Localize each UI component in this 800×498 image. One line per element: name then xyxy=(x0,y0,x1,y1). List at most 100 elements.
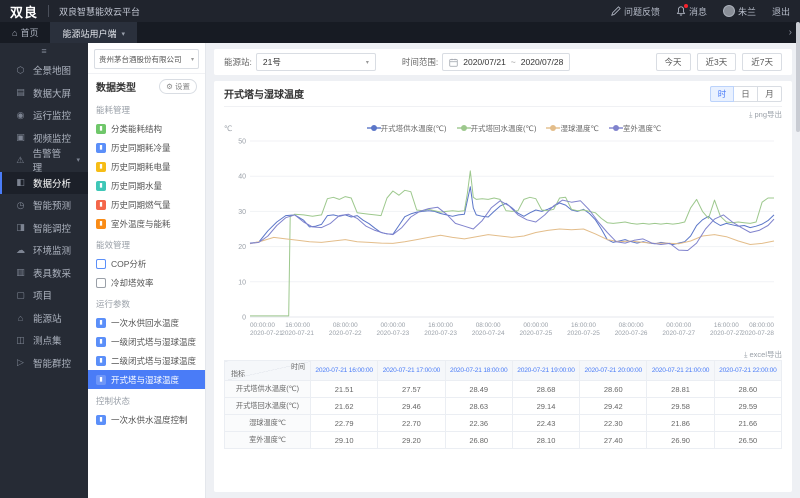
data-type-item[interactable]: ▮ 历史同期燃气量 xyxy=(88,195,205,214)
sidebar-item-dashboard[interactable]: ▤ 数据大屏 xyxy=(0,82,88,105)
excel-export-link[interactable]: ⤓ excel导出 xyxy=(744,349,782,360)
svg-text:40: 40 xyxy=(238,174,246,181)
data-type-icon: ▮ xyxy=(96,414,106,425)
sidebar-item-analysis[interactable]: ◧ 数据分析 xyxy=(0,171,88,194)
table-cell: 28.10 xyxy=(511,431,581,449)
data-type-item[interactable]: ▮ 历史同期耗冷量 xyxy=(88,138,205,157)
header-divider xyxy=(48,5,50,17)
company-select[interactable]: 贵州茅台酒股份有限公司 ▾ xyxy=(94,49,199,69)
data-type-item[interactable]: ▮ 分类能耗结构 xyxy=(88,119,205,138)
app-window: 双良 双良智慧能效云平台 问题反馈 消息 朱兰 退出 ⌂ 首页 能源站用户端 ▾… xyxy=(0,0,800,498)
sidebar-item-label: 智能调控 xyxy=(33,223,72,235)
table-row: 开式塔供水温度(℃) 21.51 27.57 28.49 28.68 28.60 28.81… xyxy=(224,380,783,398)
data-type-icon: ▮ xyxy=(96,199,106,210)
table-cell: 26.50 xyxy=(713,431,783,449)
sidebar-item-predict[interactable]: ◷ 智能预测 xyxy=(0,194,88,217)
granularity-tab-月[interactable]: 月 xyxy=(758,85,782,102)
sidebar-item-monitor[interactable]: ◉ 运行监控 xyxy=(0,104,88,127)
svg-text:2020-07-23: 2020-07-23 xyxy=(424,330,457,337)
table-cell: 21.86 xyxy=(646,414,715,432)
settings-button[interactable]: ⚙ 设置 xyxy=(159,79,197,94)
section-title: 能效管理 xyxy=(96,240,131,250)
sidebar-item-alarm[interactable]: ⚠ 告警管理 ▾ xyxy=(0,149,88,174)
sidebar-item-project[interactable]: ▢ 项目 xyxy=(0,284,88,307)
data-type-item[interactable]: ▮ 一级闭式塔与湿球温度 xyxy=(88,332,205,351)
png-export-link[interactable]: ⤓ png导出 xyxy=(749,109,782,120)
sidebar-item-station[interactable]: ⌂ 能源站 xyxy=(0,307,88,330)
feedback-button[interactable]: 问题反馈 xyxy=(611,5,660,18)
data-type-label: 冷却塔效率 xyxy=(111,277,154,288)
sidebar-item-meter[interactable]: ▥ 表具数采 xyxy=(0,262,88,285)
legend-item[interactable]: 开式塔回水温度(℃) xyxy=(456,123,536,134)
messages-button[interactable]: 消息 xyxy=(676,4,707,18)
sidebar-item-label: 表具数采 xyxy=(33,268,72,280)
table-cell: 27.40 xyxy=(579,431,648,449)
sidebar-item-label: 能源站 xyxy=(33,313,62,325)
svg-text:00:00:00: 00:00:00 xyxy=(666,322,691,329)
data-type-label: 历史同期燃气量 xyxy=(111,199,171,210)
vertical-scrollbar[interactable] xyxy=(796,22,800,132)
chevron-down-icon: ▾ xyxy=(121,30,125,38)
svg-text:20: 20 xyxy=(238,244,246,251)
sidebar-item-label: 视频监控 xyxy=(33,133,72,145)
tab-energy-station-client[interactable]: 能源站用户端 ▾ xyxy=(50,22,137,43)
table-cell: 28.49 xyxy=(444,380,513,398)
quick-range-button-1[interactable]: 近3天 xyxy=(696,53,737,71)
table-row: 湿球温度℃ 22.79 22.70 22.36 22.43 22.30 21.86 21.66 xyxy=(224,414,783,432)
date-start[interactable]: 2020/07/21 xyxy=(463,57,506,67)
quick-range-button-2[interactable]: 近7天 xyxy=(742,53,782,71)
svg-text:2020-07-25: 2020-07-25 xyxy=(519,330,552,337)
data-type-item[interactable]: ▮ 一次水供水温度控制 xyxy=(88,410,205,429)
legend-item[interactable]: 开式塔供水温度(℃) xyxy=(366,123,447,134)
legend-item[interactable]: 室外温度℃ xyxy=(608,123,661,134)
svg-text:2020-07-21: 2020-07-21 xyxy=(281,330,314,337)
logout-button[interactable]: 退出 xyxy=(772,5,790,18)
granularity-tab-时[interactable]: 时 xyxy=(710,85,734,102)
legend-item[interactable]: 湿球温度℃ xyxy=(546,123,599,134)
series-line xyxy=(250,170,774,317)
line-chart[interactable]: 0 10 20 30 40 50 00:00:00 2020-07-21 16:00:00 202… xyxy=(224,135,782,348)
data-type-item[interactable]: ▮ 冷却塔效率 xyxy=(88,273,205,292)
svg-text:08:00:00: 08:00:00 xyxy=(619,322,644,329)
sidebar-item-group-control[interactable]: ▷ 智能群控 xyxy=(0,352,88,375)
table-cell: 21.62 xyxy=(309,397,379,415)
svg-text:50: 50 xyxy=(238,139,246,146)
data-type-icon: ▮ xyxy=(96,123,106,134)
table-cell: 28.60 xyxy=(579,380,648,398)
svg-text:30: 30 xyxy=(238,209,246,216)
legend-dot-icon xyxy=(546,125,561,131)
data-type-item[interactable]: ▮ 历史同期耗电量 xyxy=(88,157,205,176)
data-type-icon: ▮ xyxy=(96,336,106,347)
data-type-item[interactable]: ▮ 一次水供回水温度 xyxy=(88,313,205,332)
data-type-icon: ▮ xyxy=(96,218,106,229)
user-name: 朱兰 xyxy=(737,6,756,17)
data-type-item[interactable]: ▮ 室外温度与能耗 xyxy=(88,214,205,233)
home-link[interactable]: ⌂ 首页 xyxy=(0,22,50,43)
svg-text:2020-07-28: 2020-07-28 xyxy=(741,330,774,337)
data-type-label: COP分析 xyxy=(111,258,147,269)
table-cell: 27.57 xyxy=(377,380,446,398)
sidebar-item-label: 全景地图 xyxy=(33,66,72,78)
data-type-item[interactable]: ▮ 二级闭式塔与湿球温度 xyxy=(88,351,205,370)
platform-title: 双良智慧能效云平台 xyxy=(59,6,141,17)
quick-range-button-0[interactable]: 今天 xyxy=(655,53,691,71)
top-header: 双良 双良智慧能效云平台 问题反馈 消息 朱兰 退出 xyxy=(0,0,800,22)
user-menu[interactable]: 朱兰 xyxy=(722,5,756,18)
sidebar-collapse-toggle[interactable]: ≡ xyxy=(0,43,88,59)
granularity-tab-日[interactable]: 日 xyxy=(734,85,758,102)
gear-icon: ⚙ xyxy=(166,82,173,91)
sidebar-item-control[interactable]: ◨ 智能调控 xyxy=(0,217,88,240)
date-end[interactable]: 2020/07/28 xyxy=(521,57,564,67)
svg-text:08:00:00: 08:00:00 xyxy=(333,322,358,329)
data-type-item[interactable]: ▮ 开式塔与湿球温度 xyxy=(88,370,205,389)
brand-logo: 双良 xyxy=(10,4,39,20)
sidebar-item-env[interactable]: ☁ 环境监测 xyxy=(0,239,88,262)
data-type-item[interactable]: ▮ COP分析 xyxy=(88,254,205,273)
sidebar-item-map[interactable]: ⬡ 全景地图 xyxy=(0,59,88,82)
data-type-label: 二级闭式塔与湿球温度 xyxy=(111,355,197,366)
sidebar-item-points[interactable]: ◫ 测点集 xyxy=(0,329,88,352)
date-range-picker[interactable]: 2020/07/21 ~ 2020/07/28 xyxy=(442,53,571,71)
data-type-item[interactable]: ▮ 历史同期水量 xyxy=(88,176,205,195)
y-axis-unit: ℃ xyxy=(224,123,233,133)
station-select[interactable]: 21号 ▾ xyxy=(255,53,376,71)
